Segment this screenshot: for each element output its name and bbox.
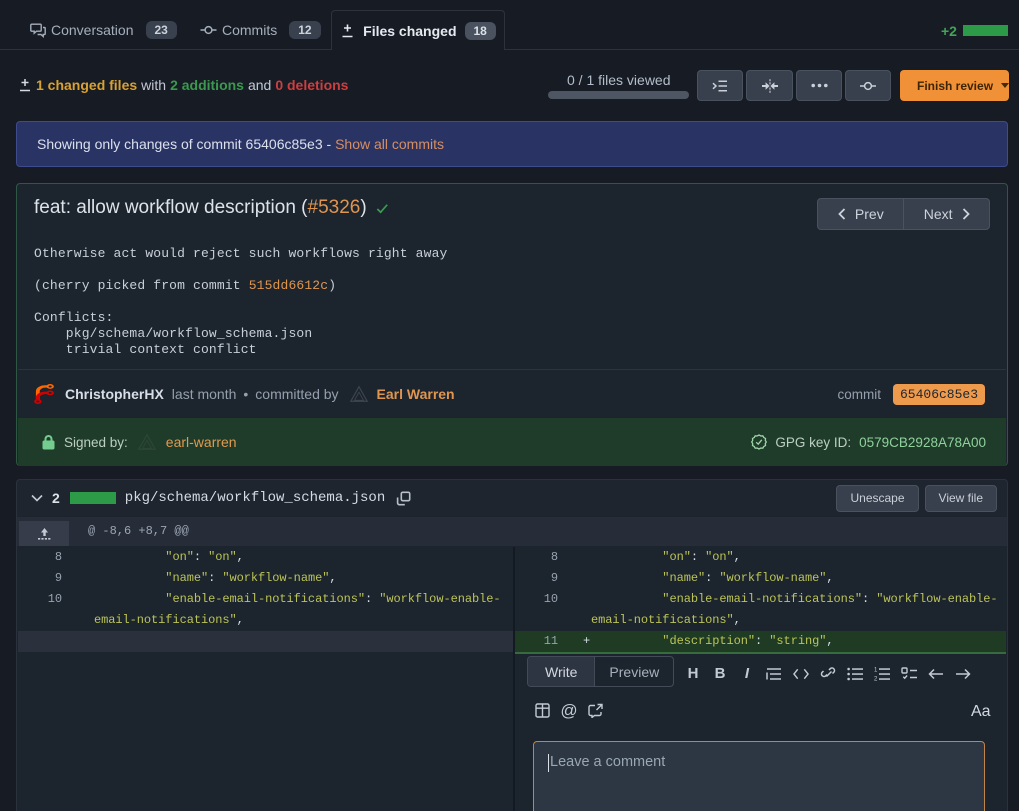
svg-text:2: 2 [874,676,878,681]
svg-text:1: 1 [874,667,878,673]
